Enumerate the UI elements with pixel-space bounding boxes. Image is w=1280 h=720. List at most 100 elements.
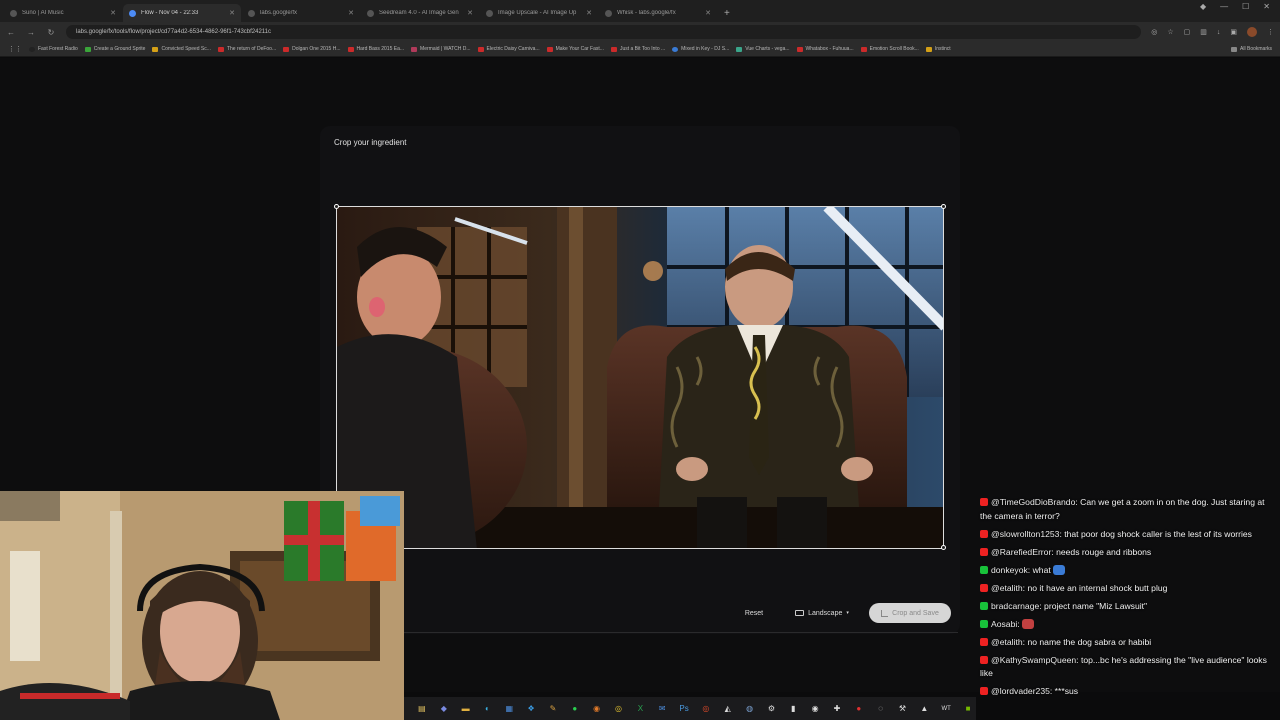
bookmark-item[interactable]: Instinct — [925, 46, 951, 52]
close-tab-icon[interactable]: ✕ — [586, 9, 592, 17]
chat-username: donkeyok — [991, 564, 1028, 575]
minimize-icon[interactable]: — — [1220, 2, 1228, 11]
crop-image-area[interactable] — [336, 206, 944, 549]
chat-message: bradcarnage: project name "Miz Lawsuit" — [980, 600, 1276, 614]
browser-tab[interactable]: Image Upscale - AI Image Up ✕ — [480, 4, 598, 22]
download-icon[interactable]: ↓ — [1217, 29, 1221, 36]
window-controls: ◆ — ☐ ✕ — [1200, 2, 1280, 11]
taskbar: ▤ ◆ ▬ ◐ ▦ ❖ ✎ ● ◉ ◎ X ✉ Ps ◎ ◭ ◍ ⚙ ▮ ◉ ✚… — [404, 697, 976, 720]
divider — [404, 632, 958, 633]
bookmark-label: Create a Ground Sprite — [93, 46, 146, 52]
chat-text: no name the dog sabra or habibi — [1027, 636, 1152, 647]
bookmark-favicon-icon — [411, 46, 418, 52]
bookmark-favicon-icon — [925, 46, 932, 52]
app-icon[interactable]: ▲ — [916, 702, 932, 716]
edge-icon[interactable]: ◐ — [480, 702, 496, 716]
close-tab-icon[interactable]: ✕ — [229, 9, 235, 17]
bookmark-star-icon[interactable]: ☆ — [1167, 28, 1173, 36]
bookmark-item[interactable]: Hard Bass 2015 Ea... — [347, 46, 404, 52]
paint-icon[interactable]: ✎ — [545, 702, 561, 716]
bookmark-favicon-icon — [610, 46, 617, 52]
back-icon[interactable]: ← — [6, 28, 16, 37]
terminal-icon[interactable]: ▮ — [785, 702, 801, 716]
bookmark-item[interactable]: Mixed in Key - DJ S... — [672, 46, 729, 52]
browser-tab[interactable]: labs.google/fx ✕ — [242, 4, 360, 22]
copilot-icon[interactable]: ◆ — [436, 702, 452, 716]
tab-favicon-icon — [129, 9, 136, 17]
browser-tab[interactable]: Suno | AI Music ✕ — [4, 4, 122, 22]
split-icon[interactable]: ▣ — [1230, 28, 1237, 36]
crop-handle-bottom-right[interactable] — [941, 545, 946, 550]
sidepanel-icon[interactable]: ▥ — [1200, 28, 1207, 36]
obs-icon[interactable]: ◉ — [807, 702, 823, 716]
landscape-icon — [795, 610, 805, 616]
bookmark-favicon-icon — [860, 46, 867, 52]
bookmark-item[interactable]: Mermaid | WATCH D... — [411, 46, 471, 52]
ingredient-image — [337, 207, 943, 548]
crop-handle-top-right[interactable] — [941, 204, 946, 209]
chrome-canary-icon[interactable]: ◎ — [698, 702, 714, 716]
bookmark-item[interactable]: Whatabox - Fuhuua... — [796, 46, 854, 52]
wt-icon[interactable]: WT — [938, 702, 954, 716]
crop-handle-top-left[interactable] — [334, 204, 339, 209]
bookmark-item[interactable]: Electric Daisy Carniva... — [477, 46, 540, 52]
bookmark-item[interactable]: Emotion Scroll Book... — [860, 46, 919, 52]
bookmark-item[interactable]: Fast Forest Radio — [29, 46, 78, 52]
reset-button[interactable]: Reset — [737, 603, 771, 623]
apps-grid-icon[interactable]: ⋮⋮ — [8, 45, 22, 53]
emote-icon — [1022, 618, 1035, 629]
close-tab-icon[interactable]: ✕ — [467, 9, 473, 17]
browser-tab[interactable]: Whisk - labs.google/fx ✕ — [599, 4, 717, 22]
bookmark-item[interactable]: Convicted Speed Sc... — [152, 46, 211, 52]
close-window-icon[interactable]: ✕ — [1263, 2, 1270, 11]
game-controller-icon[interactable]: ✚ — [829, 702, 845, 716]
nvidia-icon[interactable]: ■ — [960, 702, 976, 716]
spotify-icon[interactable]: ● — [567, 702, 583, 716]
chat-username: @etalith — [991, 582, 1023, 593]
aspect-ratio-dropdown[interactable]: Landscape ▾ — [786, 603, 858, 623]
file-explorer-icon[interactable]: ▤ — [414, 702, 430, 716]
settings-gear-icon[interactable]: ⚙ — [764, 702, 780, 716]
bookmark-label: Vue Charts - vega... — [745, 46, 790, 52]
calculator-icon[interactable]: ▦ — [501, 702, 517, 716]
close-tab-icon[interactable]: ✕ — [348, 9, 354, 17]
browser-tab[interactable]: Seedream 4.0 - AI Image Gen ✕ — [361, 4, 479, 22]
record-icon[interactable]: ● — [851, 702, 867, 716]
extensions-icon[interactable]: ▢ — [1184, 28, 1191, 36]
eye-off-icon[interactable]: ◎ — [1151, 28, 1157, 36]
steam-icon[interactable]: ◍ — [742, 702, 758, 716]
url-field[interactable]: labs.google/fx/tools/flow/project/cd77a4… — [66, 25, 1142, 39]
new-tab-button[interactable]: + — [718, 4, 736, 22]
vscode-icon[interactable]: ❖ — [523, 702, 539, 716]
profile-avatar[interactable] — [1247, 27, 1257, 37]
menu-icon[interactable]: ⋮ — [1267, 28, 1274, 36]
bookmark-item[interactable]: Make Your Car Fast... — [546, 46, 604, 52]
capture-icon[interactable]: ◌ — [873, 702, 889, 716]
tool-icon[interactable]: ⚒ — [895, 702, 911, 716]
bookmark-item[interactable]: Dolgan One 2015 H... — [283, 46, 341, 52]
firefox-icon[interactable]: ◉ — [589, 702, 605, 716]
photoshop-icon[interactable]: Ps — [676, 702, 692, 716]
folder-icon[interactable]: ▬ — [458, 702, 474, 716]
forward-icon[interactable]: → — [26, 28, 36, 37]
bookmark-item[interactable]: The return of DeFoo... — [217, 46, 276, 52]
tab-label: Image Upscale - AI Image Up — [498, 10, 577, 16]
tab-search-icon[interactable]: ◆ — [1200, 2, 1206, 11]
reload-icon[interactable]: ↻ — [46, 28, 56, 37]
crop-and-save-button[interactable]: Crop and Save — [869, 603, 951, 623]
mail-icon[interactable]: ✉ — [654, 702, 670, 716]
bookmark-item[interactable]: Just a Bit Too Into ... — [610, 46, 665, 52]
tab-label: Seedream 4.0 - AI Image Gen — [379, 10, 459, 16]
all-bookmarks-button[interactable]: All Bookmarks — [1231, 46, 1272, 52]
browser-tab[interactable]: Flow - Nov 04 - 22:33 ✕ — [123, 4, 241, 22]
close-tab-icon[interactable]: ✕ — [110, 9, 116, 17]
chrome-icon[interactable]: ◎ — [611, 702, 627, 716]
folder-icon — [1231, 46, 1238, 52]
close-tab-icon[interactable]: ✕ — [705, 9, 711, 17]
bookmark-item[interactable]: Create a Ground Sprite — [84, 46, 146, 52]
bookmark-label: Emotion Scroll Book... — [869, 46, 919, 52]
bookmark-item[interactable]: Vue Charts - vega... — [736, 46, 790, 52]
maximize-icon[interactable]: ☐ — [1242, 2, 1249, 11]
excel-icon[interactable]: X — [632, 702, 648, 716]
unity-icon[interactable]: ◭ — [720, 702, 736, 716]
